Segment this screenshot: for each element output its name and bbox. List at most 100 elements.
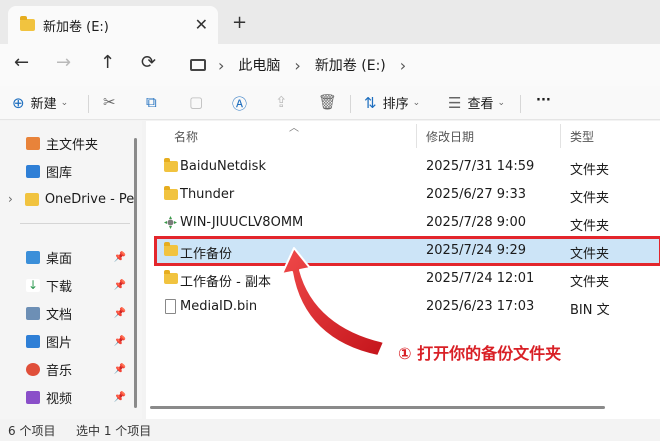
view-list-icon: ☰ [448,93,462,112]
breadcrumb-this-pc[interactable]: 此电脑 [238,55,280,75]
sidebar-item-music[interactable]: 音乐 📌 [0,357,142,381]
command-bar: ⊕ 新建 ⌄ ✂ ⧉ ▢ Ⓐ ⇪ 🗑 ⇅ 排序 ⌄ ☰ 查看 ⌄ ··· [0,86,660,120]
sort-button[interactable]: ⇅ 排序 ⌄ [364,93,421,113]
column-header-type[interactable]: 类型 [570,128,594,145]
file-date: 2025/7/31 14:59 [426,159,535,174]
tab-bar: 新加卷 (E:) ✕ + [0,0,660,44]
rename-icon[interactable]: Ⓐ [232,93,247,114]
divider [20,223,130,224]
folder-icon [20,16,35,31]
status-bar: 6 个项目 选中 1 个项目 [0,419,660,441]
sidebar-scrollbar[interactable] [134,138,137,408]
pin-icon: 📌 [113,391,126,403]
folder-icon [164,158,178,172]
sidebar-item-gallery[interactable]: 图库 [0,159,142,183]
refresh-icon[interactable]: ⟳ [141,52,156,73]
file-name: Thunder [180,187,235,202]
divider [520,95,521,113]
gallery-icon [26,164,40,178]
table-row[interactable]: 工作备份 - 副本 2025/7/24 12:01 文件夹 [156,266,660,292]
paste-icon[interactable]: ▢ [189,93,203,111]
column-header-date[interactable]: 修改日期 [426,128,474,145]
document-icon [26,306,40,320]
copy-icon[interactable]: ⧉ [146,93,157,111]
desktop-icon [26,250,40,264]
sidebar-item-home[interactable]: 主文件夹 [0,131,142,155]
video-icon [26,390,40,404]
selected-count: 选中 1 个项目 [76,424,152,438]
file-date: 2025/7/28 9:00 [426,215,526,230]
home-icon [26,136,40,150]
navigation-bar: ← → ↑ ⟳ › 此电脑 › 新加卷 (E:) › [0,44,660,86]
sort-label: 排序 [382,97,409,112]
sidebar-item-videos[interactable]: 视频 📌 [0,385,142,409]
sidebar-item-label: OneDrive - Pe [44,191,135,207]
file-type: 文件夹 [570,191,610,206]
download-icon: ↓ [26,277,40,292]
sidebar-item-pictures[interactable]: 图片 📌 [0,329,142,353]
add-tab-icon[interactable]: + [232,12,247,33]
more-options-icon[interactable]: ··· [536,93,551,108]
sidebar-item-label: 视频 [46,391,73,407]
table-row[interactable]: Thunder 2025/6/27 9:33 文件夹 [156,182,660,208]
share-icon[interactable]: ⇪ [275,93,288,111]
sidebar-item-label: 图片 [46,335,73,351]
sidebar-item-desktop[interactable]: 桌面 📌 [0,245,142,269]
file-name: MediaID.bin [180,299,258,314]
up-arrow-icon[interactable]: ↑ [100,52,115,73]
new-button[interactable]: ⊕ 新建 ⌄ [12,93,69,113]
sidebar-item-downloads[interactable]: ↓ 下载 📌 [0,273,142,297]
folder-icon [164,186,178,200]
navigation-pane: 主文件夹 图库 › OneDrive - Pe 桌面 📌 ↓ 下载 📌 文档 📌… [0,121,142,419]
chevron-down-icon: ⌄ [412,97,421,108]
sidebar-item-onedrive[interactable]: › OneDrive - Pe [0,187,142,211]
column-divider[interactable] [416,124,417,148]
delete-icon[interactable]: 🗑 [318,93,337,111]
close-icon[interactable]: ✕ [195,15,208,34]
divider [88,95,89,113]
chevron-down-icon: ⌄ [60,97,69,108]
column-header-name[interactable]: 名称 [174,128,198,145]
file-date: 2025/6/23 17:03 [426,299,535,314]
sidebar-item-label: 主文件夹 [46,137,99,153]
view-label: 查看 [467,97,494,112]
divider [350,95,351,113]
address-bar[interactable]: › 此电脑 › 新加卷 (E:) › [180,49,660,81]
tab-drive-e[interactable]: 新加卷 (E:) ✕ [8,6,218,44]
plus-circle-icon: ⊕ [12,93,25,112]
file-type: 文件夹 [570,275,610,290]
file-name: WIN-JIUUCLV8OMM [180,215,304,230]
file-date: 2025/6/27 9:33 [426,187,526,202]
table-row[interactable]: WIN-JIUUCLV8OMM 2025/7/28 9:00 文件夹 [156,210,660,236]
file-date: 2025/7/24 12:01 [426,271,535,286]
horizontal-scrollbar[interactable] [150,406,605,409]
file-type: 文件夹 [570,163,610,178]
item-count: 6 个项目 [8,424,56,438]
column-divider[interactable] [560,124,561,148]
back-arrow-icon[interactable]: ← [14,52,29,73]
table-row[interactable]: MediaID.bin 2025/6/23 17:03 BIN 文件 [156,294,660,320]
table-row[interactable]: BaiduNetdisk 2025/7/31 14:59 文件夹 [156,154,660,180]
file-type: 文件夹 [570,219,610,234]
cut-icon[interactable]: ✂ [103,93,116,111]
breadcrumb-drive-e[interactable]: 新加卷 (E:) [315,55,386,75]
pin-icon: 📌 [113,363,126,375]
sidebar-item-label: 下载 [46,279,73,295]
file-name: 工作备份 [180,247,233,262]
folder-icon [164,242,178,256]
forward-arrow-icon[interactable]: → [56,52,71,73]
sidebar-item-label: 文档 [46,307,73,323]
sidebar-item-documents[interactable]: 文档 📌 [0,301,142,325]
view-button[interactable]: ☰ 查看 ⌄ [448,93,506,113]
pin-icon: 📌 [113,251,126,263]
folder-icon [24,192,39,206]
chevron-down-icon: ⌄ [497,97,506,108]
chevron-right-icon[interactable]: › [8,192,13,206]
chevron-right-icon: › [399,55,407,75]
file-date: 2025/7/24 9:29 [426,243,526,258]
tab-title: 新加卷 (E:) [43,19,109,35]
chevron-right-icon: › [294,55,301,75]
computer-icon [190,59,206,71]
file-name: BaiduNetdisk [180,159,266,174]
table-row-selected[interactable]: 工作备份 2025/7/24 9:29 文件夹 [154,236,660,266]
